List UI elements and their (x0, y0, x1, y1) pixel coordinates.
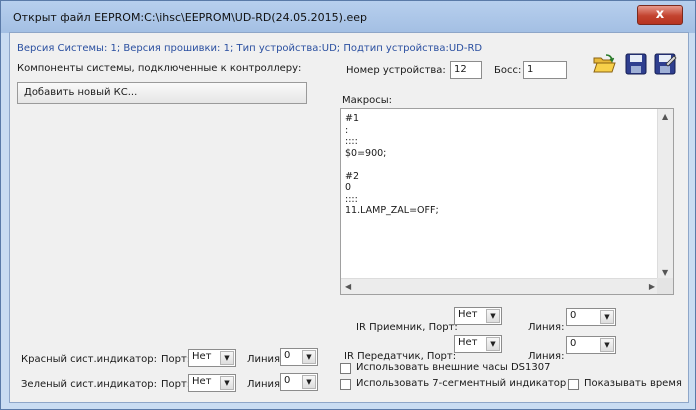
seven-seg-label: Использовать 7-сегментный индикатор (356, 378, 567, 389)
eeprom-window: Открыт файл EEPROM:C:\ihsc\EEPROM\UD-RD(… (0, 0, 696, 410)
ir-receiver-line-label: Линия: (528, 322, 565, 333)
save-as-icon[interactable] (653, 52, 677, 76)
ir-transmitter-label: IR Передатчик, Порт: (344, 351, 457, 362)
device-number-field[interactable]: 12 (450, 61, 482, 79)
scroll-down-icon[interactable]: ▼ (662, 268, 668, 277)
ir-transmitter-line-select[interactable]: 0 ▼ (566, 336, 616, 354)
chevron-down-icon[interactable]: ▼ (220, 351, 234, 365)
chevron-down-icon[interactable]: ▼ (220, 376, 234, 390)
device-number-label: Номер устройства: (346, 65, 446, 76)
system-info-line: Версия Системы: 1; Версия прошивки: 1; Т… (17, 43, 483, 54)
red-indicator-line-select[interactable]: 0 ▼ (280, 348, 318, 366)
scroll-up-icon[interactable]: ▲ (662, 112, 668, 121)
ir-transmitter-port-value: Нет (458, 337, 478, 348)
ext-clock-checkbox[interactable] (340, 363, 351, 374)
chevron-down-icon[interactable]: ▼ (600, 338, 614, 352)
green-indicator-port-label: Порт: (161, 379, 191, 390)
chevron-down-icon[interactable]: ▼ (486, 337, 500, 351)
red-indicator-port-label: Порт: (161, 354, 191, 365)
macros-textarea[interactable]: #1 : :::: $0=900; #2 0 :::: 11.LAMP_ZAL=… (340, 108, 674, 295)
green-indicator-label: Зеленый сист.индикатор: (21, 379, 157, 390)
save-icon[interactable] (624, 52, 648, 76)
ir-receiver-line-select[interactable]: 0 ▼ (566, 308, 616, 326)
show-time-label: Показывать время (584, 378, 682, 389)
ir-transmitter-port-select[interactable]: Нет ▼ (454, 335, 502, 353)
ir-receiver-line-value: 0 (570, 310, 577, 321)
red-indicator-line-label: Линия: (247, 354, 284, 365)
chevron-down-icon[interactable]: ▼ (486, 309, 500, 323)
green-indicator-line-select[interactable]: 0 ▼ (280, 373, 318, 391)
seven-seg-checkbox[interactable] (340, 379, 351, 390)
red-indicator-label: Красный сист.индикатор: (21, 354, 157, 365)
scroll-right-icon[interactable]: ▶ (649, 282, 655, 291)
green-indicator-line-value: 0 (284, 375, 291, 386)
close-button[interactable]: x (637, 5, 683, 25)
red-indicator-line-value: 0 (284, 350, 291, 361)
red-indicator-port-value: Нет (192, 351, 212, 362)
folder-open-icon[interactable] (592, 52, 616, 76)
components-label: Компоненты системы, подключенные к контр… (17, 63, 302, 74)
vertical-scrollbar[interactable]: ▲ ▼ (657, 109, 673, 280)
ir-transmitter-line-value: 0 (570, 338, 577, 349)
add-component-button[interactable]: Добавить новый КС... (17, 82, 307, 104)
ir-receiver-port-select[interactable]: Нет ▼ (454, 307, 502, 325)
show-time-checkbox[interactable] (568, 379, 579, 390)
ir-receiver-port-value: Нет (458, 309, 478, 320)
scroll-corner (657, 278, 673, 294)
boss-label: Босс: (494, 65, 522, 76)
green-indicator-line-label: Линия: (247, 379, 284, 390)
horizontal-scrollbar[interactable]: ◀ ▶ (341, 278, 659, 294)
red-indicator-port-select[interactable]: Нет ▼ (188, 349, 236, 367)
ext-clock-label: Использовать внешние часы DS1307 (356, 362, 551, 373)
client-area: Версия Системы: 1; Версия прошивки: 1; Т… (9, 32, 689, 403)
chevron-down-icon[interactable]: ▼ (302, 350, 316, 364)
boss-field[interactable]: 1 (523, 61, 567, 79)
scroll-left-icon[interactable]: ◀ (345, 282, 351, 291)
macros-text: #1 : :::: $0=900; #2 0 :::: 11.LAMP_ZAL=… (345, 113, 439, 216)
chevron-down-icon[interactable]: ▼ (600, 310, 614, 324)
ir-receiver-label: IR Приемник, Порт: (356, 322, 458, 333)
macros-label: Макросы: (342, 95, 393, 106)
chevron-down-icon[interactable]: ▼ (302, 375, 316, 389)
green-indicator-port-select[interactable]: Нет ▼ (188, 374, 236, 392)
green-indicator-port-value: Нет (192, 376, 212, 387)
title-bar[interactable]: Открыт файл EEPROM:C:\ihsc\EEPROM\UD-RD(… (1, 1, 695, 33)
ir-transmitter-line-label: Линия: (528, 351, 565, 362)
window-title: Открыт файл EEPROM:C:\ihsc\EEPROM\UD-RD(… (13, 11, 367, 24)
